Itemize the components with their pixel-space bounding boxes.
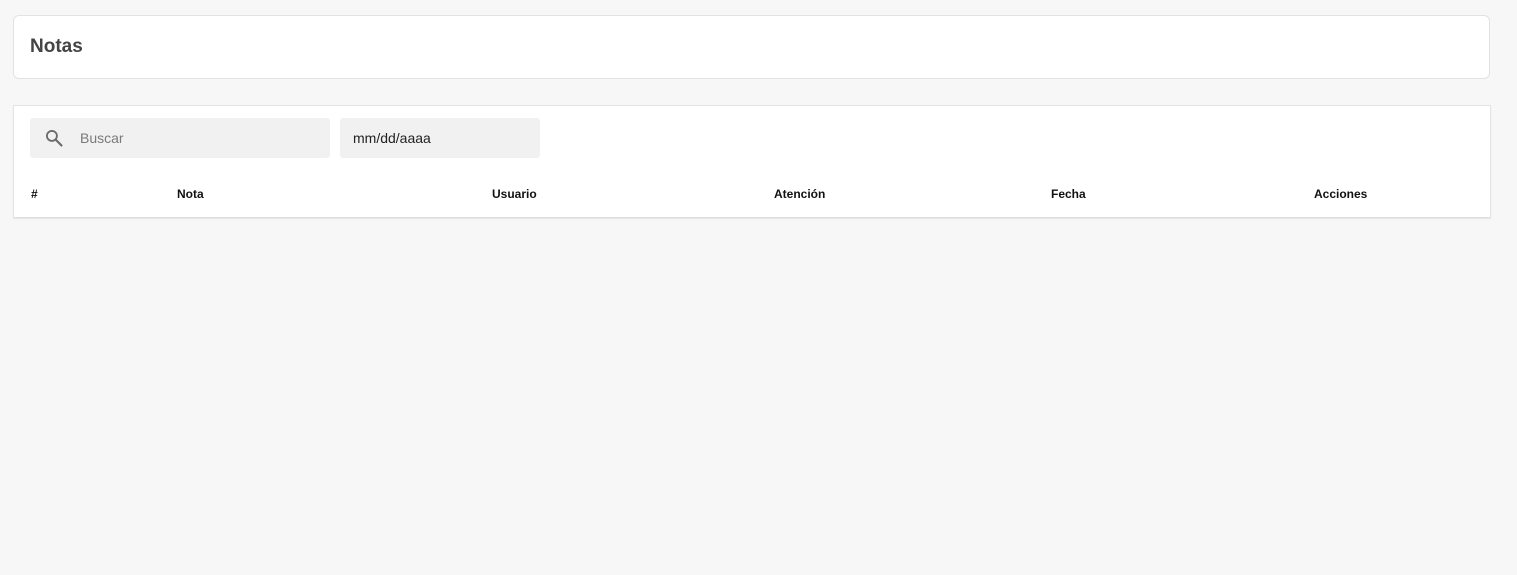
search-input[interactable] <box>80 118 320 158</box>
search-icon <box>44 128 64 148</box>
column-header-fecha[interactable]: Fecha <box>1051 187 1086 201</box>
column-header-index[interactable]: # <box>31 187 38 201</box>
page-header-card: Notas <box>13 15 1490 79</box>
column-header-usuario[interactable]: Usuario <box>492 187 537 201</box>
column-header-nota[interactable]: Nota <box>177 187 204 201</box>
date-filter-input[interactable] <box>353 118 533 158</box>
notes-table-card: # Nota Usuario Atención Fecha Acciones <box>13 105 1491 218</box>
search-box[interactable] <box>30 118 330 158</box>
page-title: Notas <box>30 36 83 57</box>
table-header-row: # Nota Usuario Atención Fecha Acciones <box>14 178 1490 218</box>
date-filter-box[interactable] <box>340 118 540 158</box>
column-header-atencion[interactable]: Atención <box>774 187 825 201</box>
column-header-acciones[interactable]: Acciones <box>1314 187 1367 201</box>
